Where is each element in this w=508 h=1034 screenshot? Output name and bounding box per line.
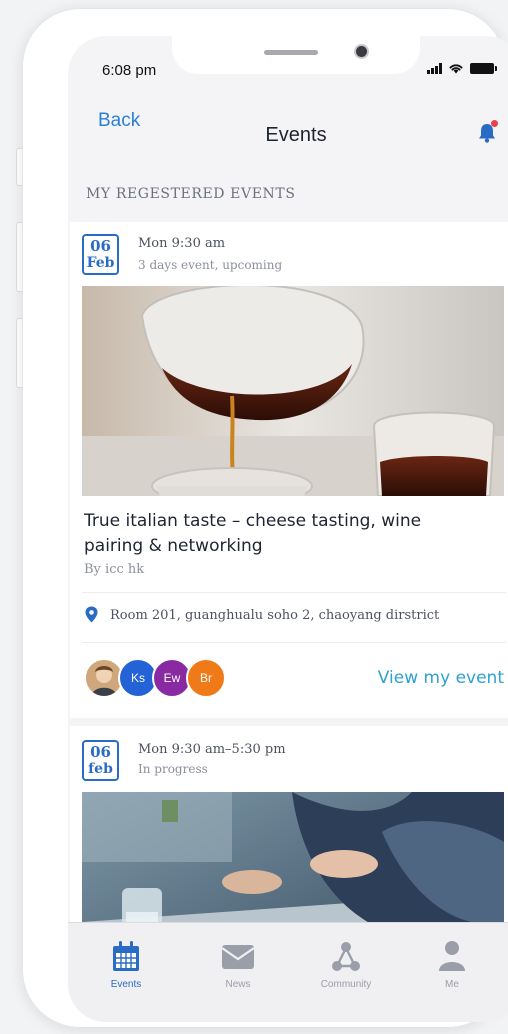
battery-icon	[470, 62, 497, 74]
event-time: Mon 9:30 am–5:30 pm	[138, 742, 286, 757]
tab-label: News	[225, 979, 251, 990]
avatar: Br	[186, 658, 226, 698]
event-status: 3 days event, upcoming	[138, 258, 283, 272]
person-icon	[439, 941, 465, 971]
tab-events[interactable]: Events	[86, 939, 166, 990]
event-title[interactable]: True italian taste – cheese tasting, win…	[84, 509, 484, 559]
phone-frame: 6:08 pm Back Events MY REGESTERED EVENTS	[22, 8, 508, 1028]
tab-label: Events	[110, 979, 142, 990]
view-my-event-link[interactable]: View my event	[378, 668, 504, 688]
date-badge: 06 feb	[82, 740, 119, 781]
network-icon	[332, 942, 360, 971]
date-month: feb	[88, 761, 113, 777]
status-icons	[427, 62, 497, 74]
event-status: In progress	[138, 762, 208, 776]
app-screen: 6:08 pm Back Events MY REGESTERED EVENTS	[68, 36, 508, 1022]
location-pin-icon	[85, 606, 98, 623]
notifications-button[interactable]	[476, 120, 498, 144]
divider	[82, 592, 506, 593]
event-card[interactable]: 06 Feb Mon 9:30 am 3 days event, upcomin…	[70, 222, 508, 718]
event-photo[interactable]	[82, 286, 504, 496]
page-title: Events	[265, 124, 327, 146]
speaker	[264, 50, 318, 55]
attendee-avatars[interactable]: Ks Ew Br	[84, 658, 244, 698]
tab-label: Community	[320, 979, 372, 990]
notification-dot	[491, 120, 498, 127]
date-day: 06	[90, 237, 111, 255]
event-location: Room 201, guanghualu soho 2, chaoyang di…	[110, 608, 440, 623]
tab-me[interactable]: Me	[412, 939, 492, 990]
tab-community[interactable]: Community	[306, 939, 386, 990]
tab-label: Me	[445, 979, 459, 990]
notch	[172, 36, 420, 74]
tab-bar: Events News Community Me	[68, 922, 508, 1022]
section-header: MY REGESTERED EVENTS	[86, 186, 296, 202]
camera	[356, 46, 367, 57]
signal-icon	[427, 62, 442, 74]
date-month: Feb	[86, 255, 115, 271]
calendar-icon	[113, 941, 139, 971]
event-organizer: By icc hk	[84, 562, 145, 577]
wifi-icon	[449, 64, 463, 74]
date-badge: 06 Feb	[82, 234, 119, 275]
event-time: Mon 9:30 am	[138, 236, 226, 251]
envelope-icon	[221, 945, 255, 969]
status-time: 6:08 pm	[102, 62, 157, 79]
divider	[82, 642, 506, 643]
tab-news[interactable]: News	[198, 939, 278, 990]
date-day: 06	[90, 743, 111, 761]
